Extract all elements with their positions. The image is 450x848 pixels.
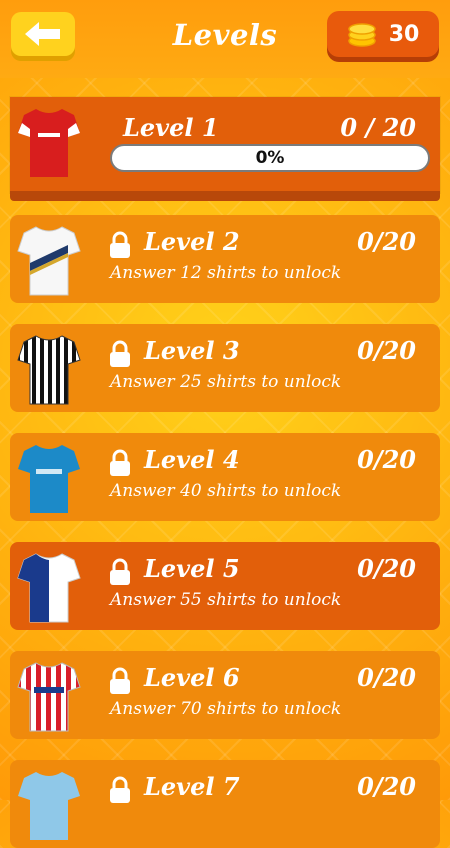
level-card-1[interactable]: Level 1 0 / 20 0% <box>10 97 440 201</box>
level-progress: 0/20 <box>357 227 416 256</box>
coin-count: 30 <box>388 21 420 47</box>
level-progress: 0/20 <box>357 336 416 365</box>
unlock-requirement: Answer 70 shirts to unlock <box>110 699 342 719</box>
jersey-blue-white-halves-icon <box>17 553 81 623</box>
unlock-requirement: Answer 12 shirts to unlock <box>110 263 342 283</box>
level-name: Level 4 <box>144 445 240 474</box>
jersey-red-white-icon <box>18 109 80 177</box>
level-name: Level 7 <box>144 772 240 801</box>
unlock-requirement: Answer 25 shirts to unlock <box>110 372 342 392</box>
lock-icon <box>110 667 130 694</box>
jersey-red-white-striped-icon <box>17 662 81 732</box>
level-progress: 0/20 <box>357 554 416 583</box>
progress-bar: 0% <box>110 144 430 172</box>
lock-icon <box>110 231 130 258</box>
level-card-5[interactable]: Level 5 0/20 Answer 55 shirts to unlock <box>10 542 440 630</box>
level-progress: 0/20 <box>357 772 416 801</box>
coin-stack-icon <box>347 23 376 47</box>
level-progress: 0 / 20 <box>340 113 416 142</box>
progress-percent: 0% <box>255 148 285 168</box>
level-card-7[interactable]: Level 7 0/20 <box>10 760 440 848</box>
level-card-3[interactable]: Level 3 0/20 Answer 25 shirts to unlock <box>10 324 440 412</box>
level-card-4[interactable]: Level 4 0/20 Answer 40 shirts to unlock <box>10 433 440 521</box>
level-name: Level 1 <box>123 113 219 142</box>
level-name: Level 5 <box>144 554 240 583</box>
jersey-sky-blue-icon <box>18 772 80 840</box>
lock-icon <box>110 340 130 367</box>
card-shadow <box>10 191 440 201</box>
level-card-2[interactable]: Level 2 0/20 Answer 12 shirts to unlock <box>10 215 440 303</box>
level-card-6[interactable]: Level 6 0/20 Answer 70 shirts to unlock <box>10 651 440 739</box>
level-name: Level 2 <box>144 227 240 256</box>
level-progress: 0/20 <box>357 445 416 474</box>
jersey-white-gold-icon <box>17 226 81 296</box>
jersey-black-white-striped-icon <box>17 335 81 405</box>
level-name: Level 3 <box>144 336 240 365</box>
top-bar: Levels 30 <box>0 0 450 78</box>
coin-counter[interactable]: 30 <box>327 11 439 57</box>
unlock-requirement: Answer 55 shirts to unlock <box>110 590 342 610</box>
level-name: Level 6 <box>144 663 240 692</box>
lock-icon <box>110 558 130 585</box>
lock-icon <box>110 449 130 476</box>
unlock-requirement: Answer 40 shirts to unlock <box>110 481 342 501</box>
level-progress: 0/20 <box>357 663 416 692</box>
jersey-blue-icon <box>18 445 80 513</box>
